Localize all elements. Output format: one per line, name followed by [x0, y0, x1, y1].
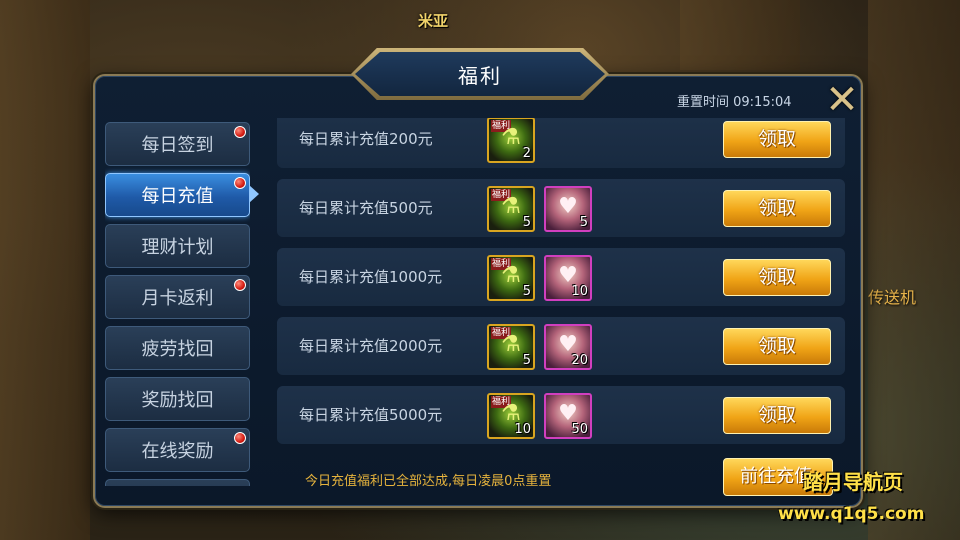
active-tab-arrow-icon	[249, 185, 259, 203]
notification-dot	[234, 126, 246, 138]
character-gift-icon[interactable]: ♥ 50	[544, 393, 592, 439]
nav-item-more[interactable]	[105, 479, 250, 486]
reward-row: 每日累计充值1000元 福利 ⚗ 5 ♥ 10 领取	[277, 248, 845, 306]
claim-button[interactable]: 领取	[723, 121, 831, 158]
item-count: 10	[514, 422, 531, 437]
panel-title: 福利	[458, 63, 502, 88]
nav-item-label: 疲劳找回	[141, 339, 214, 360]
character-gift-icon[interactable]: ♥ 10	[544, 255, 592, 301]
reset-time-label: 重置时间 09:15:04	[677, 95, 792, 110]
claim-button[interactable]: 领取	[723, 328, 831, 365]
notification-dot	[234, 279, 246, 291]
item-count: 50	[571, 422, 588, 437]
nav-item-label: 每日签到	[141, 135, 214, 156]
item-count: 5	[579, 215, 588, 230]
reward-row: 每日累计充值200元 福利 ⚗ 2 领取	[277, 118, 845, 168]
nav-item-fatigue-recovery[interactable]: 疲劳找回	[105, 326, 250, 370]
item-count: 20	[571, 353, 588, 368]
nav-item-reward-recovery[interactable]: 奖励找回	[105, 377, 250, 421]
green-potion-icon[interactable]: 福利 ⚗ 5	[487, 255, 535, 301]
teleporter-label[interactable]: 传送机	[868, 284, 916, 308]
character-gift-icon[interactable]: ♥ 20	[544, 324, 592, 370]
item-count: 10	[571, 284, 588, 299]
title-plate: 福利	[355, 52, 605, 96]
claim-button[interactable]: 领取	[723, 190, 831, 227]
green-potion-icon[interactable]: 福利 ⚗ 2	[487, 118, 535, 163]
nav-item-daily-signin[interactable]: 每日签到	[105, 122, 250, 166]
nav-item-online-reward[interactable]: 在线奖励	[105, 428, 250, 472]
notification-dot	[234, 432, 246, 444]
reward-row-label: 每日累计充值500元	[299, 199, 433, 217]
claim-button[interactable]: 领取	[723, 259, 831, 296]
reward-row-label: 每日累计充值1000元	[299, 268, 443, 286]
nav-item-label: 在线奖励	[141, 441, 214, 462]
nav-item-monthly-card[interactable]: 月卡返利	[105, 275, 250, 319]
reset-note: 今日充值福利已全部达成,每日凌晨0点重置	[305, 474, 552, 489]
npc-name-label[interactable]: 米亚	[418, 10, 448, 31]
claim-button[interactable]: 领取	[723, 397, 831, 434]
side-nav: 每日签到 每日充值 理财计划 月卡返利 疲劳找回 奖励找回 在线奖励	[105, 118, 250, 486]
reward-row: 每日累计充值5000元 福利 ⚗ 10 ♥ 50 领取	[277, 386, 845, 444]
background-wall-left	[0, 0, 90, 540]
reward-row: 每日累计充值500元 福利 ⚗ 5 ♥ 5 领取	[277, 179, 845, 237]
nav-item-finance-plan[interactable]: 理财计划	[105, 224, 250, 268]
nav-item-label: 每日充值	[141, 186, 214, 207]
background-window	[680, 0, 800, 70]
nav-item-label: 理财计划	[141, 237, 214, 258]
item-count: 5	[522, 215, 531, 230]
close-icon[interactable]: ✕	[822, 80, 862, 120]
item-count: 2	[522, 146, 531, 161]
green-potion-icon[interactable]: 福利 ⚗ 5	[487, 186, 535, 232]
reward-row-label: 每日累计充值2000元	[299, 337, 443, 355]
item-count: 5	[522, 353, 531, 368]
watermark-title: 踏月导航页	[803, 470, 903, 494]
reward-row: 每日累计充值2000元 福利 ⚗ 5 ♥ 20 领取	[277, 317, 845, 375]
reward-list[interactable]: 每日累计充值200元 福利 ⚗ 2 领取 每日累计充值500元 福利 ⚗ 5 ♥…	[277, 118, 845, 488]
green-potion-icon[interactable]: 福利 ⚗ 5	[487, 324, 535, 370]
nav-item-label: 奖励找回	[141, 390, 214, 411]
character-gift-icon[interactable]: ♥ 5	[544, 186, 592, 232]
reward-row-label: 每日累计充值200元	[299, 130, 433, 148]
reward-row-label: 每日累计充值5000元	[299, 406, 443, 424]
nav-item-daily-recharge[interactable]: 每日充值	[105, 173, 250, 217]
watermark-url: www.q1q5.com	[778, 504, 925, 524]
green-potion-icon[interactable]: 福利 ⚗ 10	[487, 393, 535, 439]
item-count: 5	[522, 284, 531, 299]
background-wall-right	[868, 0, 960, 540]
nav-item-label: 月卡返利	[141, 288, 214, 309]
notification-dot	[234, 177, 246, 189]
